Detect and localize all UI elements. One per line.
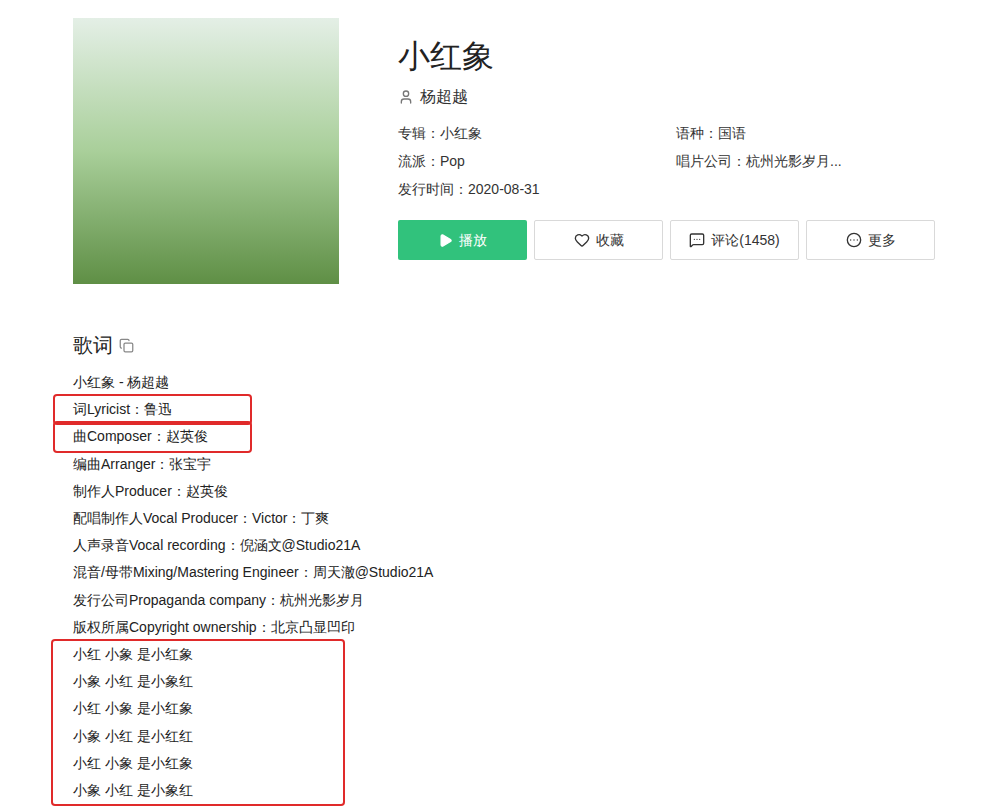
- lyric-line: 小象 小红 是小象红: [73, 777, 343, 804]
- song-header: 小红象杨超越专辑：小红象语种：国语流派：Pop唱片公司：杭州光影岁月...发行时…: [73, 18, 1000, 284]
- lyric-line: 词Lyricist：鲁迅: [73, 396, 250, 423]
- lyric-line: 配唱制作人Vocal Producer：Victor：丁爽: [73, 505, 1000, 532]
- play-icon: [438, 233, 453, 248]
- lyric-line: 人声录音Vocal recording：倪涵文@Studio21A: [73, 532, 1000, 559]
- lyric-line: 编曲Arranger：张宝宇: [73, 451, 1000, 478]
- lyric-group: 编曲Arranger：张宝宇制作人Producer：赵英俊配唱制作人Vocal …: [73, 451, 1000, 641]
- song-title: 小红象: [398, 36, 946, 76]
- copy-icon[interactable]: [119, 338, 134, 353]
- info-item: 专辑：小红象: [398, 119, 676, 147]
- song-info: 小红象杨超越专辑：小红象语种：国语流派：Pop唱片公司：杭州光影岁月...发行时…: [398, 18, 946, 284]
- lyric-line: 小红象 - 杨超越: [73, 369, 1000, 396]
- lyric-group: 小红象 - 杨超越: [73, 369, 1000, 396]
- lyric-line: 发行公司Propaganda company：杭州光影岁月: [73, 587, 1000, 614]
- highlight-box: 小红 小象 是小红象小象 小红 是小象红小红 小象 是小红象小象 小红 是小红红…: [53, 641, 343, 804]
- lyrics: 小红象 - 杨超越词Lyricist：鲁迅曲Composer：赵英俊编曲Arra…: [73, 369, 1000, 804]
- song-page: 小红象杨超越专辑：小红象语种：国语流派：Pop唱片公司：杭州光影岁月...发行时…: [0, 0, 1000, 806]
- play-button[interactable]: 播放: [398, 220, 527, 260]
- highlight-box: 曲Composer：赵英俊: [55, 423, 250, 450]
- lyric-line: 曲Composer：赵英俊: [73, 423, 250, 450]
- lyric-line: 版权所属Copyright ownership：北京凸显凹印: [73, 614, 1000, 641]
- album-cover[interactable]: [73, 18, 339, 284]
- highlight-box: 词Lyricist：鲁迅: [55, 396, 250, 423]
- person-icon: [398, 89, 414, 105]
- info-item: 语种：国语: [676, 119, 946, 147]
- artist[interactable]: 杨超越: [398, 87, 946, 107]
- lyrics-heading: 歌词: [73, 331, 1000, 359]
- comment-button[interactable]: 评论(1458): [670, 220, 799, 260]
- lyric-line: 小红 小象 是小红象: [73, 641, 343, 668]
- comment-icon: [689, 232, 705, 248]
- action-buttons: 播放收藏评论(1458)更多: [398, 220, 946, 260]
- lyric-line: 混音/母带Mixing/Mastering Engineer：周天澈@Studi…: [73, 559, 1000, 586]
- lyric-line: 制作人Producer：赵英俊: [73, 478, 1000, 505]
- lyric-line: 小红 小象 是小红象: [73, 750, 343, 777]
- heart-icon: [574, 232, 590, 248]
- lyric-line: 小象 小红 是小红红: [73, 723, 343, 750]
- more-icon: [846, 232, 862, 248]
- favorite-button[interactable]: 收藏: [534, 220, 663, 260]
- lyric-line: 小红 小象 是小红象: [73, 695, 343, 722]
- lyric-line: 小象 小红 是小象红: [73, 668, 343, 695]
- more-button[interactable]: 更多: [806, 220, 935, 260]
- info-grid: 专辑：小红象语种：国语流派：Pop唱片公司：杭州光影岁月...发行时间：2020…: [398, 119, 946, 203]
- info-item: 发行时间：2020-08-31: [398, 175, 676, 203]
- info-item: 流派：Pop: [398, 147, 676, 175]
- info-item: 唱片公司：杭州光影岁月...: [676, 147, 946, 175]
